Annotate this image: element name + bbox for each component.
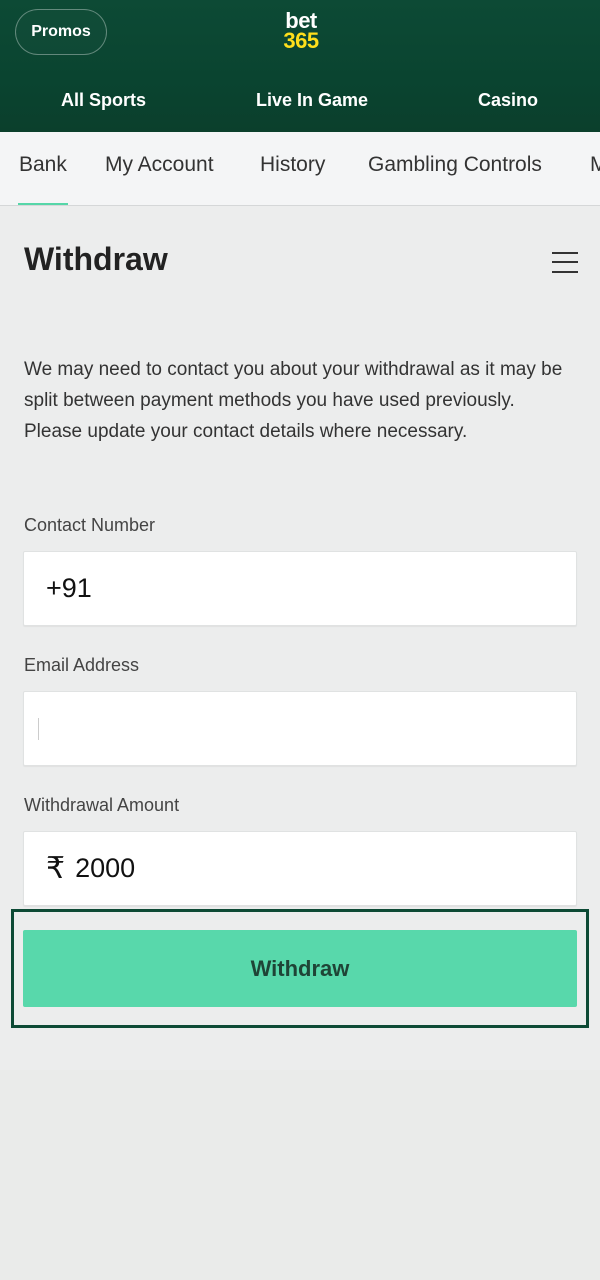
tab-gambling-controls[interactable]: Gambling Controls [368,153,542,177]
withdrawal-amount-input[interactable]: ₹ 2000 [23,831,577,906]
withdrawal-info-text: We may need to contact you about your wi… [24,359,563,442]
bet365-logo[interactable]: bet 365 [276,10,326,57]
active-tab-indicator [18,203,68,205]
text-cursor [38,717,39,740]
app-root: Promos bet 365 All Sports Live In Game C… [0,0,600,1280]
promos-button[interactable]: Promos [15,9,107,55]
bottom-background [0,1070,600,1280]
rupee-currency-icon: ₹ [46,852,66,885]
tab-my-account[interactable]: My Account [105,153,214,177]
page-title: Withdraw [24,241,168,277]
nav-all-sports[interactable]: All Sports [61,90,146,111]
nav-live-in-game[interactable]: Live In Game [256,90,368,111]
email-address-label: Email Address [24,655,140,675]
email-address-input[interactable] [23,691,577,766]
contact-number-input[interactable]: +91 [23,551,577,626]
main-nav: All Sports Live In Game Casino [0,78,600,124]
withdrawal-amount-value: 2000 [75,853,136,883]
contact-number-value: +91 [46,573,92,603]
nav-casino[interactable]: Casino [478,90,538,111]
hamburger-menu-icon[interactable] [552,250,578,274]
logo-text-bottom: 365 [283,28,319,53]
tab-bank[interactable]: Bank [19,153,67,177]
top-header: Promos bet 365 All Sports Live In Game C… [0,0,600,132]
withdraw-button[interactable]: Withdraw [23,930,577,1007]
contact-number-label: Contact Number [24,515,156,535]
tab-more-partial[interactable]: M [590,153,600,177]
account-subnav: Bank My Account History Gambling Control… [0,132,600,206]
tab-history[interactable]: History [260,153,325,177]
withdrawal-amount-label: Withdrawal Amount [24,795,180,815]
